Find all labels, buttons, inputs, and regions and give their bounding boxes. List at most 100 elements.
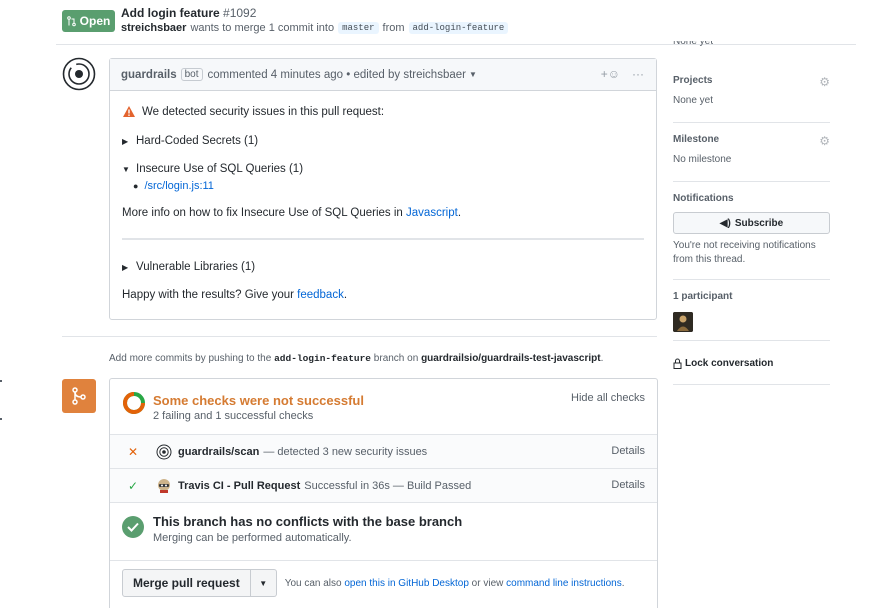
- feedback-link[interactable]: feedback: [297, 289, 344, 301]
- command-line-link[interactable]: command line instructions: [506, 578, 622, 589]
- checks-status-ring-icon: [122, 391, 146, 415]
- merge-actions: Merge pull request ▼ You can also open t…: [122, 569, 625, 597]
- sql-file-link[interactable]: /src/login.js:11: [144, 180, 214, 192]
- bot-label: bot: [180, 68, 203, 81]
- milestone-value: No milestone: [673, 154, 732, 165]
- projects-heading[interactable]: Projects: [673, 75, 830, 86]
- pr-title-text: Add login feature: [121, 6, 220, 20]
- push-note-repo: guardrailsio/guardrails-test-javascript: [421, 353, 601, 364]
- edge-mark: [0, 380, 2, 382]
- comment-actions: +☺ ···: [601, 67, 644, 81]
- fail-x-icon: ✕: [127, 444, 139, 459]
- header-divider: [56, 44, 856, 45]
- push-note: Add more commits by pushing to the add-l…: [109, 353, 604, 364]
- timeline-divider: [62, 336, 657, 337]
- sidebar-projects: Projects ⚙ None yet: [673, 75, 830, 123]
- details-hardcoded-label: Hard-Coded Secrets (1): [136, 135, 259, 147]
- details-vulnerable-label: Vulnerable Libraries (1): [136, 261, 256, 273]
- pr-author[interactable]: streichsbaer: [121, 22, 186, 34]
- git-merge-icon: [72, 387, 86, 405]
- notifications-heading: Notifications: [673, 193, 734, 204]
- sidebar-notifications: Notifications ◀) Subscribe You're not re…: [673, 193, 830, 280]
- expanded-triangle-icon: ▼: [122, 164, 130, 174]
- milestone-heading[interactable]: Milestone: [673, 134, 830, 145]
- check-circle-icon: [122, 516, 144, 538]
- subscribe-button[interactable]: ◀) Subscribe: [673, 212, 830, 234]
- state-label: Open: [79, 14, 111, 28]
- merge-method-dropdown[interactable]: ▼: [250, 569, 277, 597]
- warning-text: We detected security issues in this pull…: [142, 105, 385, 118]
- pr-meta: streichsbaer wants to merge 1 commit int…: [121, 22, 509, 34]
- pull-request-icon: [66, 15, 76, 27]
- merge-alt-middle: or view: [471, 577, 504, 589]
- sidebar-divider: [673, 384, 830, 385]
- base-branch[interactable]: master: [338, 22, 379, 34]
- merge-text: wants to merge 1 commit into: [190, 22, 335, 34]
- travis-ci-logo-icon: [156, 478, 172, 494]
- projects-value: None yet: [673, 95, 714, 106]
- check-description: Successful in 36s — Build Passed: [304, 479, 472, 492]
- conflict-title: This branch has no conflicts with the ba…: [153, 514, 463, 529]
- edit-history-caret-icon[interactable]: ▼: [469, 70, 477, 79]
- from-text: from: [382, 22, 405, 34]
- subscribe-label: Subscribe: [734, 217, 784, 229]
- warning-line: We detected security issues in this pull…: [122, 105, 644, 118]
- check-details-link[interactable]: Details: [611, 479, 645, 491]
- period-text: .: [343, 289, 348, 301]
- edge-mark: [0, 418, 2, 420]
- gear-icon[interactable]: ⚙: [819, 75, 830, 89]
- javascript-link[interactable]: Javascript: [406, 207, 458, 219]
- github-desktop-link[interactable]: open this in GitHub Desktop: [344, 578, 469, 589]
- sidebar-participants: 1 participant: [673, 291, 830, 341]
- checks-subtitle: 2 failing and 1 successful checks: [153, 410, 314, 422]
- merge-pull-request-button[interactable]: Merge pull request: [122, 569, 251, 597]
- check-name: guardrails/scan: [178, 445, 260, 458]
- check-details-link[interactable]: Details: [611, 445, 645, 457]
- pr-number: #1092: [223, 6, 257, 20]
- lock-label: Lock conversation: [685, 358, 774, 369]
- details-hardcoded[interactable]: ▶ Hard-Coded Secrets (1): [122, 135, 644, 147]
- gear-icon[interactable]: ⚙: [819, 134, 830, 148]
- check-name: Travis CI - Pull Request: [178, 479, 301, 492]
- push-note-branch: add-login-feature: [274, 353, 372, 364]
- guardrails-check-logo-icon: [156, 444, 172, 460]
- details-sql[interactable]: ▼ Insecure Use of SQL Queries (1): [122, 163, 644, 175]
- details-vulnerable[interactable]: ▶ Vulnerable Libraries (1): [122, 261, 644, 273]
- bullet-icon: ●: [133, 181, 139, 191]
- check-row-travis: ✓ Travis CI - Pull Request Successful in…: [110, 469, 657, 503]
- comment-header: guardrails bot commented 4 minutes ago •…: [110, 59, 656, 91]
- lock-conversation-link[interactable]: Lock conversation: [673, 358, 773, 369]
- merge-alt-prefix: You can also: [284, 577, 342, 589]
- collapsed-triangle-icon: ▶: [122, 136, 129, 146]
- guardrails-avatar[interactable]: [62, 57, 96, 91]
- comment-meta: commented 4 minutes ago • edited by stre…: [207, 68, 466, 81]
- checks-summary: Some checks were not successful 2 failin…: [110, 379, 657, 435]
- push-note-prefix: Add more commits by pushing to the: [109, 353, 272, 364]
- merge-status-icon: [62, 379, 96, 413]
- comment-author[interactable]: guardrails: [121, 69, 177, 81]
- period-text: .: [457, 207, 462, 219]
- push-note-middle: branch on: [373, 353, 419, 364]
- more-options-icon[interactable]: ···: [632, 67, 644, 81]
- collapsed-triangle-icon: ▶: [122, 262, 129, 272]
- comment-divider: [122, 238, 644, 240]
- hide-all-checks-link[interactable]: Hide all checks: [571, 392, 645, 404]
- warning-icon: [122, 105, 136, 118]
- merge-alternatives: You can also open this in GitHub Desktop…: [284, 577, 625, 589]
- head-branch[interactable]: add-login-feature: [408, 22, 509, 34]
- state-badge-open: Open: [62, 10, 115, 32]
- feedback-text: Happy with the results? Give your: [122, 289, 294, 301]
- details-sql-label: Insecure Use of SQL Queries (1): [136, 163, 304, 175]
- checks-title: Some checks were not successful: [153, 393, 364, 408]
- lock-icon: [673, 358, 682, 369]
- participant-avatar[interactable]: [673, 312, 693, 332]
- conflict-subtitle: Merging can be performed automatically.: [153, 532, 352, 544]
- add-reaction-icon[interactable]: +☺: [601, 67, 620, 81]
- check-row-guardrails: ✕ guardrails/scan — detected 3 new secur…: [110, 435, 657, 469]
- feedback-line: Happy with the results? Give your feedba…: [122, 289, 644, 301]
- guardrails-logo-icon: [62, 57, 96, 91]
- merge-box: Some checks were not successful 2 failin…: [109, 378, 658, 608]
- success-check-icon: ✓: [127, 478, 139, 493]
- notifications-text: You're not receiving notifications from …: [673, 240, 816, 265]
- conflict-status: This branch has no conflicts with the ba…: [110, 503, 657, 561]
